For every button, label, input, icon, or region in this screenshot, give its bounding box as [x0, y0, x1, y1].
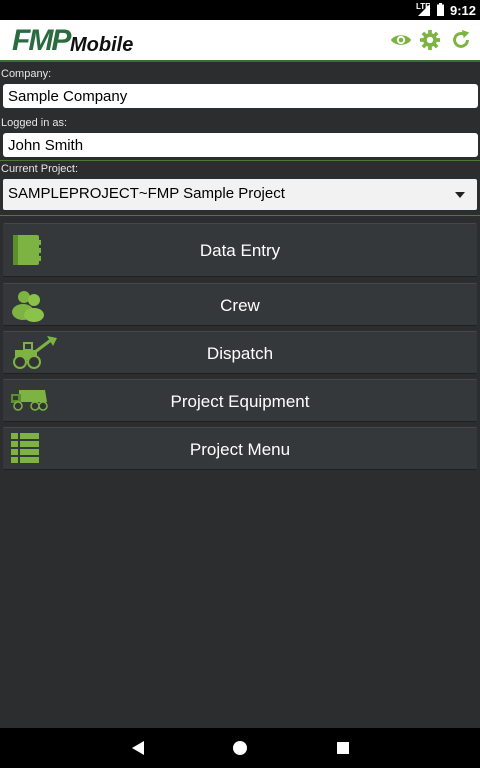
signal-icon: [418, 4, 430, 16]
logged-in-field[interactable]: John Smith: [3, 133, 478, 157]
current-project-label: Current Project:: [1, 163, 79, 175]
company-label: Company:: [1, 68, 52, 80]
status-bar: LTE 9:12: [0, 0, 480, 20]
crew-label: Crew: [220, 296, 260, 315]
company-field[interactable]: Sample Company: [3, 84, 478, 108]
project-equipment-label: Project Equipment: [170, 392, 310, 411]
dropdown-arrow-icon: [455, 192, 465, 198]
current-project-value: SAMPLEPROJECT~FMP Sample Project: [8, 185, 285, 202]
recents-icon[interactable]: [337, 742, 349, 754]
logged-in-label: Logged in as:: [1, 117, 68, 129]
dispatch-label: Dispatch: [206, 344, 274, 363]
crew-button[interactable]: Crew: [3, 283, 477, 326]
current-project-select[interactable]: SAMPLEPROJECT~FMP Sample Project: [3, 179, 477, 210]
app-bar-divider: [0, 60, 480, 62]
logo-mobile: Mobile: [70, 34, 134, 56]
section-divider: [0, 215, 480, 216]
section-divider: [0, 160, 480, 161]
project-menu-button[interactable]: Project Menu: [3, 427, 477, 470]
refresh-icon[interactable]: [450, 29, 472, 51]
status-time: 9:12: [450, 3, 477, 18]
home-icon[interactable]: [233, 741, 247, 755]
project-menu-label: Project Menu: [189, 440, 291, 459]
app-bar: FMP Mobile: [0, 20, 480, 60]
app-logo: FMP Mobile: [12, 24, 142, 58]
dispatch-button[interactable]: Dispatch: [3, 331, 477, 374]
eye-icon[interactable]: [390, 29, 412, 51]
logo-fmp: FMP: [12, 24, 71, 57]
navigation-bar: [0, 728, 480, 768]
data-entry-button[interactable]: Data Entry: [3, 223, 477, 277]
gear-icon[interactable]: [419, 29, 441, 51]
project-equipment-button[interactable]: Project Equipment: [3, 379, 477, 422]
data-entry-label: Data Entry: [199, 241, 281, 260]
back-icon[interactable]: [132, 741, 144, 755]
battery-icon: [437, 3, 444, 16]
